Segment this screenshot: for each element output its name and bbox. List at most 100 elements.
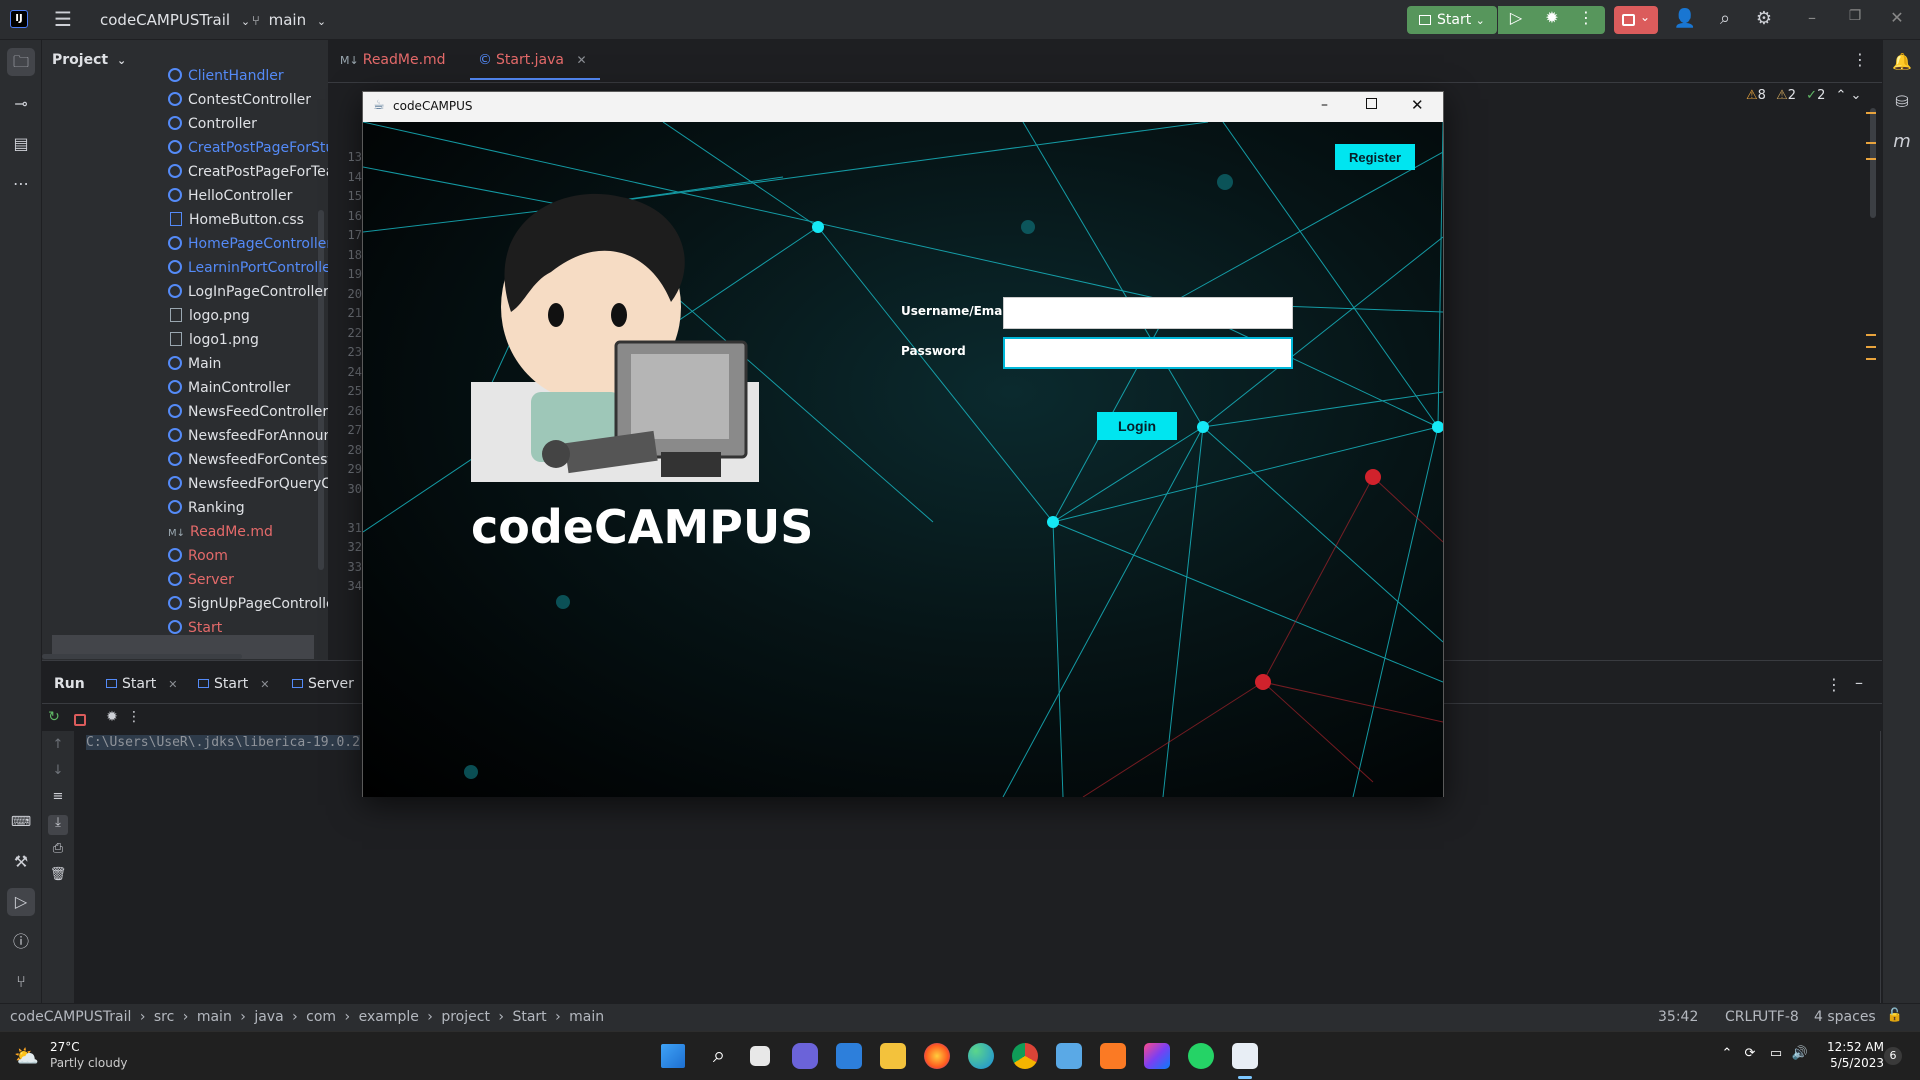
terminal-icon[interactable]: ⌨ (7, 808, 35, 836)
weather-widget[interactable]: ⛅ 27°C Partly cloudy (14, 1040, 134, 1074)
chevron-up-icon[interactable]: ⌃ (1835, 88, 1846, 103)
close-icon[interactable]: ✕ (1885, 8, 1909, 32)
password-input[interactable] (1003, 337, 1293, 369)
editor-more-icon[interactable]: ⋮ (1852, 50, 1868, 70)
project-tree-item[interactable]: Main (168, 352, 328, 376)
commit-icon[interactable]: ⊸ (7, 90, 35, 118)
scroll-down-icon[interactable]: ↓ (48, 763, 68, 783)
project-tree-item[interactable]: CreatPostPageForTeac (168, 160, 328, 184)
edge-icon[interactable] (968, 1043, 994, 1069)
close-icon[interactable]: ✕ (260, 678, 269, 691)
project-tree-item[interactable]: Start (168, 616, 328, 640)
print-icon[interactable]: ⎙ (48, 841, 68, 861)
minimize-icon[interactable]: – (1321, 97, 1328, 113)
run-icon[interactable]: ▷ (1505, 8, 1527, 30)
run-more-icon[interactable]: ⋮ (1826, 675, 1842, 695)
structure-icon[interactable]: ▤ (7, 130, 35, 158)
project-hscrollbar[interactable] (42, 654, 242, 659)
project-tree-item[interactable]: HomePageController (168, 232, 328, 256)
file-encoding[interactable]: UTF-8 (1758, 1009, 1799, 1025)
project-tree-item[interactable]: HomeButton.css (168, 208, 328, 232)
close-icon[interactable]: ✕ (1411, 96, 1424, 114)
xampp-icon[interactable] (1100, 1043, 1126, 1069)
run-tool-icon[interactable]: ▷ (7, 888, 35, 916)
username-input[interactable] (1003, 297, 1293, 329)
notifications-bell-icon[interactable]: 🔔 (1888, 48, 1916, 76)
project-tree-item[interactable]: SignUpPageController (168, 592, 328, 616)
clock[interactable]: 12:52 AM 5/5/2023 (1824, 1040, 1884, 1070)
project-tree-item[interactable]: logo1.png (168, 328, 328, 352)
project-tree-item[interactable]: Server (168, 568, 328, 592)
project-panel-header[interactable]: Project ⌄ (52, 52, 126, 68)
editor-scrollbar[interactable] (1870, 108, 1876, 218)
breadcrumb-item[interactable]: project (441, 1009, 490, 1025)
project-tree-item[interactable]: Room (168, 544, 328, 568)
settings-gear-icon[interactable]: ⚙ (1752, 8, 1776, 32)
maven-icon[interactable]: m (1888, 128, 1916, 156)
run-tab-start-1[interactable]: Start ✕ (106, 676, 177, 692)
file-explorer-icon[interactable] (880, 1043, 906, 1069)
notification-badge[interactable]: 6 (1884, 1047, 1902, 1065)
trash-icon[interactable]: 🗑 (48, 867, 68, 887)
intellij-icon[interactable] (1144, 1043, 1170, 1069)
breadcrumb-item[interactable]: main (197, 1009, 232, 1025)
project-folder-icon[interactable]: 🗀 (7, 48, 35, 76)
branch-selector[interactable]: ⑂ main ⌄ (252, 11, 326, 29)
console-output-line[interactable]: C:\Users\UseR\.jdks\liberica-19.0.2 (86, 735, 360, 750)
project-tree-item[interactable]: HelloController (168, 184, 328, 208)
rerun-icon[interactable]: ↻ (44, 709, 64, 729)
tab-start-java[interactable]: © Start.java ✕ (478, 52, 587, 68)
breadcrumb-item[interactable]: Start (512, 1009, 546, 1025)
remote-desktop-icon[interactable] (1056, 1043, 1082, 1069)
breadcrumb-item[interactable]: src (154, 1009, 174, 1025)
debug-settings-icon[interactable]: ✹ (102, 709, 122, 729)
more-tools-icon[interactable]: ⋯ (7, 170, 35, 198)
register-button[interactable]: Register (1335, 144, 1415, 170)
project-tree-item[interactable]: logo.png (168, 304, 328, 328)
breadcrumb-item[interactable]: main (569, 1009, 604, 1025)
project-tree-item[interactable]: LearninPortController (168, 256, 328, 280)
tab-readme[interactable]: M↓ ReadMe.md (340, 52, 446, 68)
minimize-icon[interactable]: – (1800, 8, 1824, 32)
close-icon[interactable]: ✕ (576, 53, 586, 67)
git-icon[interactable]: ⑂ (7, 968, 35, 996)
store-icon[interactable] (836, 1043, 862, 1069)
project-tree-item[interactable]: M↓ ReadMe.md (168, 520, 328, 544)
restore-icon[interactable]: ❐ (1843, 8, 1867, 32)
search-icon[interactable]: ⌕ (1713, 8, 1737, 32)
project-tree-item[interactable]: CreatPostPageForStud (168, 136, 328, 160)
project-tree-item[interactable]: NewsFeedController (168, 400, 328, 424)
windows-start-icon[interactable] (661, 1044, 685, 1068)
firefox-icon[interactable] (924, 1043, 950, 1069)
java-app-icon[interactable] (1232, 1043, 1258, 1069)
stop-button[interactable]: ⌄ (1614, 6, 1658, 34)
main-menu-icon[interactable]: ☰ (52, 9, 74, 31)
account-icon[interactable]: 👤 (1673, 8, 1697, 32)
login-button[interactable]: Login (1097, 412, 1177, 440)
build-hammer-icon[interactable]: ⚒ (7, 848, 35, 876)
breadcrumb-item[interactable]: codeCAMPUSTrail (10, 1009, 131, 1025)
problems-icon[interactable]: ⓘ (7, 928, 35, 956)
lock-icon[interactable]: 🔓 (1886, 1008, 1904, 1026)
project-tree-item[interactable]: LogInPageController (168, 280, 328, 304)
volume-icon[interactable]: 🔊 (1790, 1046, 1810, 1066)
stop-icon[interactable] (74, 714, 86, 726)
line-separator[interactable]: CRLF (1725, 1009, 1760, 1025)
whatsapp-icon[interactable] (1188, 1043, 1214, 1069)
project-tree-item[interactable]: NewsfeedForContest/ (168, 448, 328, 472)
hide-panel-icon[interactable]: – (1850, 673, 1868, 693)
breadcrumb-item[interactable]: example (359, 1009, 419, 1025)
breadcrumb-item[interactable]: com (306, 1009, 336, 1025)
caret-position[interactable]: 35:42 (1658, 1009, 1698, 1025)
project-tree-item[interactable]: Controller (168, 112, 328, 136)
tray-chevron-up-icon[interactable]: ⌃ (1718, 1046, 1736, 1066)
debug-icon[interactable]: ✹ (1541, 8, 1563, 30)
project-tree-item[interactable]: NewsfeedForQueryCo (168, 472, 328, 496)
maximize-icon[interactable] (1366, 98, 1377, 109)
database-icon[interactable]: ⛁ (1888, 88, 1916, 116)
run-options-icon[interactable]: ⋮ (126, 709, 142, 729)
run-config-selector[interactable]: Start ⌄ (1407, 6, 1497, 34)
project-tree-item[interactable]: ContestController (168, 88, 328, 112)
inspection-widget[interactable]: ⚠8 ⚠2 ✓2 ⌃ ⌄ (1746, 88, 1861, 103)
taskbar-search-icon[interactable]: ⌕ (706, 1043, 732, 1069)
